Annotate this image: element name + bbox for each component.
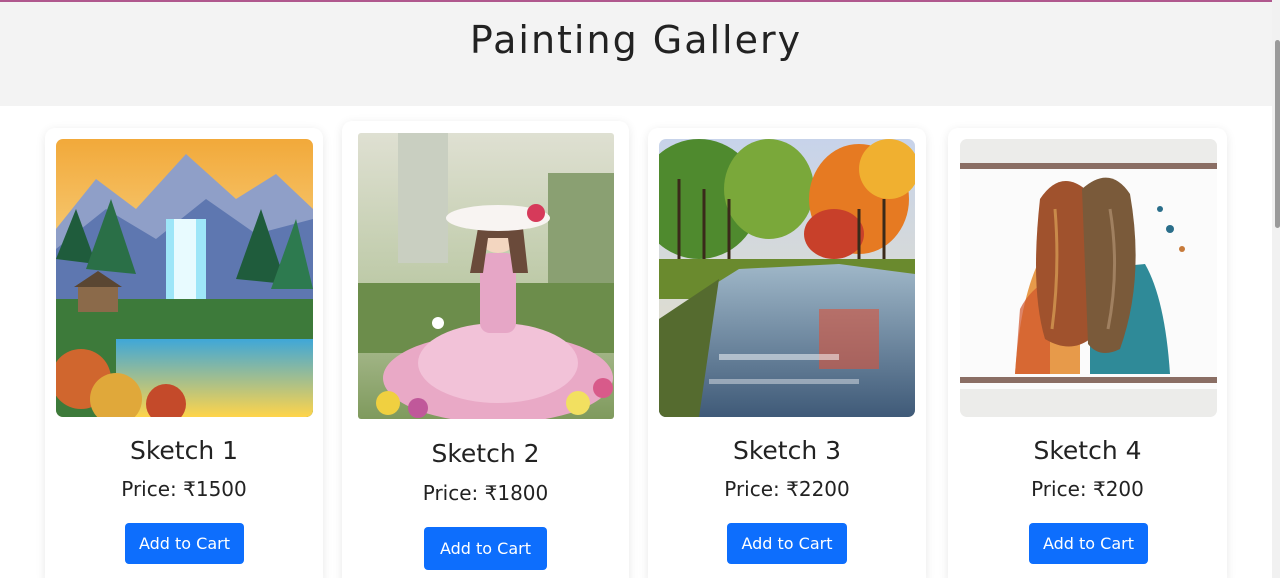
page-title: Painting Gallery — [469, 18, 803, 62]
waterfall-landscape-painting[interactable] — [56, 139, 313, 417]
painting-price: Price: ₹1800 — [422, 481, 549, 505]
painting-price: Price: ₹1500 — [121, 477, 247, 501]
painting-title: Sketch 2 — [431, 439, 540, 468]
page-header: Painting Gallery — [0, 2, 1272, 106]
add-to-cart-button[interactable]: Add to Cart — [1029, 523, 1148, 564]
add-to-cart-button[interactable]: Add to Cart — [424, 527, 547, 570]
painting-title: Sketch 4 — [1033, 436, 1142, 465]
painting-price: Price: ₹200 — [1031, 477, 1144, 501]
autumn-river-painting[interactable] — [659, 139, 915, 417]
painting-price: Price: ₹2200 — [724, 477, 850, 501]
painting-title: Sketch 1 — [129, 436, 239, 465]
painting-card-1: Sketch 1 Price: ₹1500 Add to Cart — [45, 128, 323, 578]
scrollbar-thumb[interactable] — [1275, 40, 1280, 228]
two-girls-watercolor-painting[interactable] — [960, 139, 1217, 417]
painting-card-3: Sketch 3 Price: ₹2200 Add to Cart — [648, 128, 926, 578]
add-to-cart-button[interactable]: Add to Cart — [125, 523, 244, 564]
painting-card-2: Sketch 2 Price: ₹1800 Add to Cart — [342, 121, 629, 578]
painting-title: Sketch 3 — [732, 436, 842, 465]
girl-in-pink-dress-painting[interactable] — [358, 133, 614, 419]
painting-card-4: Sketch 4 Price: ₹200 Add to Cart — [948, 128, 1227, 578]
add-to-cart-button[interactable]: Add to Cart — [727, 523, 847, 564]
